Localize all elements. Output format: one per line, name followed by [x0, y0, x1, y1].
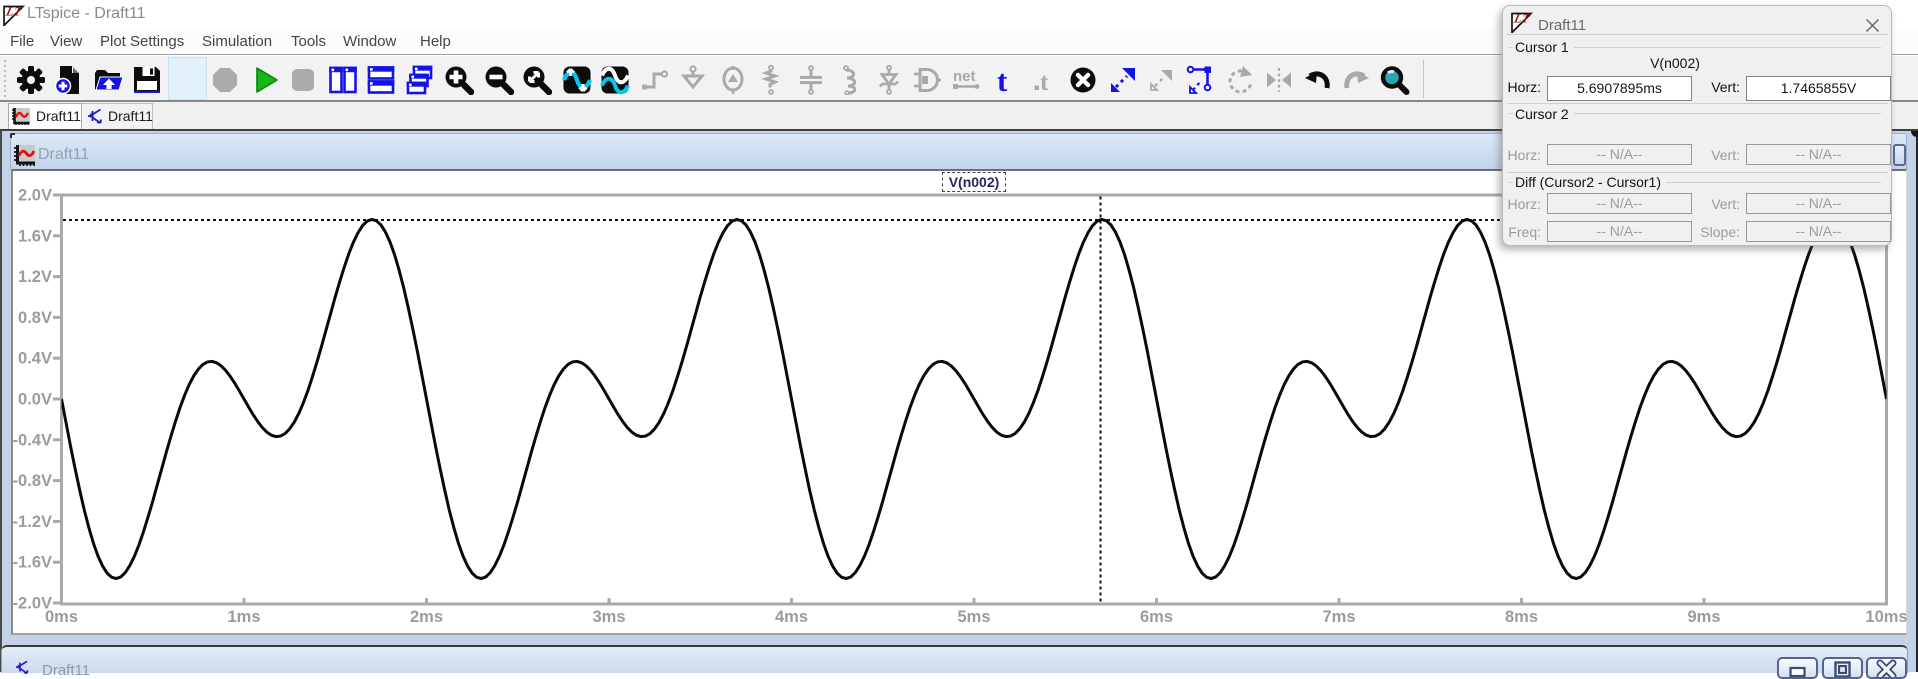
- svg-text:8ms: 8ms: [1505, 608, 1538, 626]
- svg-text:net: net: [953, 68, 976, 85]
- svg-text:2.0V: 2.0V: [18, 187, 52, 205]
- svg-text:LT: LT: [1512, 12, 1533, 26]
- svg-text:-1.6V: -1.6V: [13, 554, 52, 572]
- svg-text:10ms: 10ms: [1865, 608, 1907, 626]
- svg-text:1ms: 1ms: [227, 608, 260, 626]
- svg-text:7ms: 7ms: [1322, 608, 1355, 626]
- svg-text:0.8V: 0.8V: [18, 309, 52, 327]
- svg-text:9ms: 9ms: [1687, 608, 1720, 626]
- svg-text:2ms: 2ms: [410, 608, 443, 626]
- svg-text:-0.4V: -0.4V: [13, 431, 52, 449]
- svg-text:6ms: 6ms: [1140, 608, 1173, 626]
- svg-text:1.2V: 1.2V: [18, 268, 52, 286]
- svg-text:0.4V: 0.4V: [18, 350, 52, 368]
- svg-text:-0.8V: -0.8V: [13, 472, 52, 490]
- svg-text:3ms: 3ms: [592, 608, 625, 626]
- svg-text:t: t: [997, 65, 1008, 95]
- svg-text:4ms: 4ms: [775, 608, 808, 626]
- svg-text:-1.2V: -1.2V: [13, 513, 52, 531]
- svg-text:0ms: 0ms: [45, 608, 78, 626]
- svg-text:t: t: [1040, 69, 1049, 95]
- svg-text:1.6V: 1.6V: [18, 227, 52, 245]
- svg-text:5ms: 5ms: [957, 608, 990, 626]
- svg-text:0.0V: 0.0V: [18, 391, 52, 409]
- svg-text:LT: LT: [4, 5, 25, 19]
